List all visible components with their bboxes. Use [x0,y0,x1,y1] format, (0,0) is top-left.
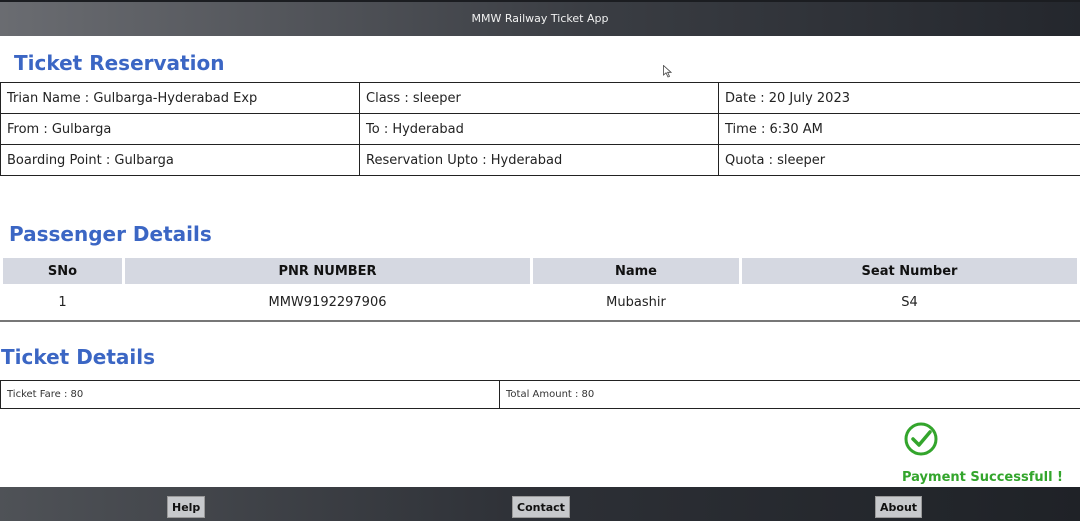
sno-cell: 1 [58,294,67,310]
class-cell: Class : sleeper [359,82,719,114]
payment-status: Payment Successfull ! [902,470,1063,485]
about-button[interactable]: About [875,496,923,518]
train-name-cell: Trian Name : Gulbarga-Hyderabad Exp [0,82,360,114]
to-cell: To : Hyderabad [359,113,719,145]
ticket-heading: Ticket Details [1,345,156,369]
name-cell: Mubashir [606,294,666,310]
table-header-row: SNo PNR NUMBER Name Seat Number [3,258,1077,284]
ticket-table: Ticket Fare : 80 Total Amount : 80 [0,380,1080,409]
time-cell: Time : 6:30 AM [718,113,1080,145]
pnr-cell: MMW9192297906 [268,294,387,310]
reservation-upto-cell: Reservation Upto : Hyderabad [359,144,719,176]
reservation-heading: Ticket Reservation [14,51,225,75]
boarding-point-cell: Boarding Point : Gulbarga [0,144,360,176]
date-cell: Date : 20 July 2023 [718,82,1080,114]
table-row: Ticket Fare : 80 Total Amount : 80 [0,380,1080,409]
app-title: MMW Railway Ticket App [471,12,609,25]
column-header-sno: SNo [3,258,122,284]
table-row: From : Gulbarga To : Hyderabad Time : 6:… [0,113,1080,145]
title-bar: MMW Railway Ticket App [0,0,1080,36]
column-header-seat: Seat Number [742,258,1077,284]
column-header-name: Name [533,258,739,284]
passenger-heading: Passenger Details [9,222,212,246]
table-row: Boarding Point : Gulbarga Reservation Up… [0,144,1080,176]
contact-button[interactable]: Contact [512,496,570,518]
quota-cell: Quota : sleeper [718,144,1080,176]
footer-bar: Help Contact About [0,487,1080,521]
passenger-table: SNo PNR NUMBER Name Seat Number 1 MMW919… [0,258,1080,320]
divider [0,320,1080,322]
seat-cell: S4 [901,294,918,310]
table-row: 1 MMW9192297906 Mubashir S4 [3,284,1077,320]
check-circle-icon [904,422,938,456]
column-header-pnr: PNR NUMBER [125,258,530,284]
reservation-table: Trian Name : Gulbarga-Hyderabad Exp Clas… [0,82,1080,176]
mouse-cursor-icon [663,65,672,78]
help-button[interactable]: Help [167,496,206,518]
table-row: Trian Name : Gulbarga-Hyderabad Exp Clas… [0,82,1080,114]
ticket-fare-cell: Ticket Fare : 80 [0,380,500,409]
from-cell: From : Gulbarga [0,113,360,145]
total-amount-cell: Total Amount : 80 [499,380,1080,409]
